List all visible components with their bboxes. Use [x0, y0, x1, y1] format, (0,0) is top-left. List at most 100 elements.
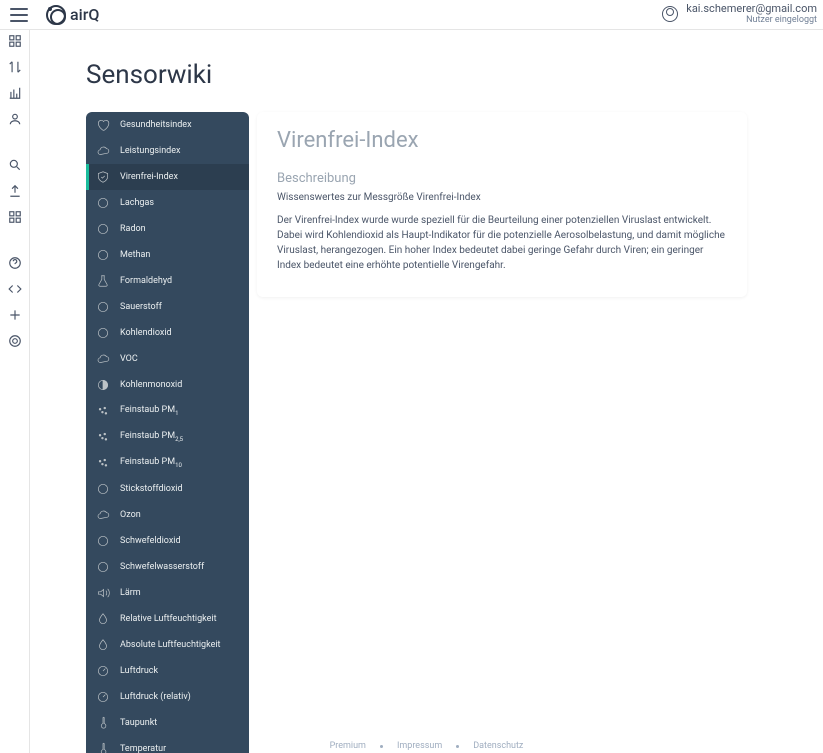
- sidebar-item-label: Kohlenmonoxid: [120, 380, 182, 390]
- chart-icon[interactable]: [8, 86, 22, 100]
- drop-icon: [96, 612, 110, 626]
- cloud-icon: [96, 144, 110, 158]
- help-icon[interactable]: [8, 256, 22, 270]
- sidebar-item-formaldehyd[interactable]: Formaldehyd: [86, 268, 249, 294]
- footer: Premium Impressum Datenschutz: [30, 739, 823, 753]
- sidebar-item-label: Kohlendioxid: [120, 328, 172, 338]
- sidebar-item-label: Sauerstoff: [120, 302, 162, 312]
- sidebar-item-label: Radon: [120, 224, 146, 234]
- dots-icon: [96, 430, 110, 444]
- menu-toggle-button[interactable]: [10, 8, 28, 22]
- footer-dot-icon: [380, 745, 383, 748]
- sidebar-item-ozon[interactable]: Ozon: [86, 502, 249, 528]
- content-row: Gesundheitsindex Leistungsindex Virenfrei-…: [86, 112, 785, 753]
- sidebar-item-methan[interactable]: Methan: [86, 242, 249, 268]
- target-icon[interactable]: [8, 334, 22, 348]
- sidebar-item-feinstaub-pm-[interactable]: Feinstaub PM2,5: [86, 424, 249, 450]
- user-status: Nutzer eingeloggt: [686, 15, 817, 25]
- sidebar-item-label: Stickstoffdioxid: [120, 484, 183, 494]
- sidebar-item-label: Leistungsindex: [120, 146, 181, 156]
- drop-icon: [96, 638, 110, 652]
- compare-icon[interactable]: [8, 60, 22, 74]
- article-card: Virenfrei-Index Beschreibung Wissenswert…: [257, 112, 747, 297]
- footer-premium: Premium: [330, 741, 366, 751]
- shield-icon: [96, 170, 110, 184]
- sidebar-item-label: Relative Luftfeuchtigkeit: [120, 614, 217, 624]
- contrast-icon: [96, 378, 110, 392]
- dots-icon: [96, 404, 110, 418]
- sidebar-item-schwefelwasserstoff[interactable]: Schwefelwasserstoff: [86, 554, 249, 580]
- footer-dot-icon: [456, 745, 459, 748]
- sidebar-item-l-rm[interactable]: Lärm: [86, 580, 249, 606]
- thermo-icon: [96, 716, 110, 730]
- user-email: kai.schemerer@gmail.com: [686, 2, 817, 15]
- gauge-icon: [96, 690, 110, 704]
- main-content: Sensorwiki GesundheitsindexLeistungsinde…: [30, 30, 823, 753]
- sidebar-item-kohlenmonoxid[interactable]: Kohlenmonoxid: [86, 372, 249, 398]
- sidebar-item-kohlendioxid[interactable]: Kohlendioxid: [86, 320, 249, 346]
- sidebar-item-gesundheitsindex[interactable]: Gesundheitsindex: [86, 112, 249, 138]
- logo-text: airQ: [70, 5, 99, 24]
- sidebar-item-label: Feinstaub PM2,5: [120, 431, 183, 443]
- circle-icon: [96, 482, 110, 496]
- circle-icon: [96, 196, 110, 210]
- sidebar-item-voc[interactable]: VOC: [86, 346, 249, 372]
- user-avatar-icon: [662, 6, 678, 22]
- dashboard-icon[interactable]: [8, 34, 22, 48]
- article-title: Virenfrei-Index: [277, 128, 727, 153]
- cloud-icon: [96, 352, 110, 366]
- circle-icon: [96, 326, 110, 340]
- sidebar-item-sauerstoff[interactable]: Sauerstoff: [86, 294, 249, 320]
- sidebar-item-relative-luftfeuchtigkeit[interactable]: Relative Luftfeuchtigkeit: [86, 606, 249, 632]
- logo[interactable]: airQ: [46, 5, 99, 25]
- sidebar-item-taupunkt[interactable]: Taupunkt: [86, 710, 249, 736]
- sidebar-item-leistungsindex[interactable]: Leistungsindex: [86, 138, 249, 164]
- sidebar-item-label: Absolute Luftfeuchtigkeit: [120, 640, 220, 650]
- logo-icon: [46, 5, 66, 25]
- sound-icon: [96, 586, 110, 600]
- sidebar-item-schwefeldioxid[interactable]: Schwefeldioxid: [86, 528, 249, 554]
- sidebar-item-luftdruck[interactable]: Luftdruck: [86, 658, 249, 684]
- add-icon[interactable]: [8, 308, 22, 322]
- person-icon[interactable]: [8, 112, 22, 126]
- sidebar-item-virenfrei-index[interactable]: Virenfrei-Index: [86, 164, 249, 190]
- circle-icon: [96, 560, 110, 574]
- circle-icon: [96, 300, 110, 314]
- article-subtitle: Wissenswertes zur Messgröße Virenfrei-In…: [277, 192, 727, 203]
- footer-impressum-link[interactable]: Impressum: [397, 741, 442, 751]
- sidebar-item-label: Lachgas: [120, 198, 154, 208]
- cloud-icon: [96, 508, 110, 522]
- footer-datenschutz-link[interactable]: Datenschutz: [473, 741, 523, 751]
- sidebar-item-label: Schwefelwasserstoff: [120, 562, 204, 572]
- sidebar-item-radon[interactable]: Radon: [86, 216, 249, 242]
- user-block[interactable]: kai.schemerer@gmail.com Nutzer eingelogg…: [662, 2, 817, 25]
- upload-icon[interactable]: [8, 184, 22, 198]
- sidebar-item-label: Lärm: [120, 588, 141, 598]
- sidebar-item-label: VOC: [120, 354, 138, 364]
- left-rail: [0, 30, 30, 753]
- sidebar-item-label: Virenfrei-Index: [120, 172, 178, 182]
- sidebar-item-feinstaub-pm-[interactable]: Feinstaub PM1: [86, 398, 249, 424]
- circle-icon: [96, 534, 110, 548]
- apps-icon[interactable]: [8, 210, 22, 224]
- sidebar-item-label: Feinstaub PM1: [120, 405, 178, 417]
- sensor-sidebar: Gesundheitsindex Leistungsindex Virenfrei-…: [86, 112, 249, 753]
- sidebar-item-label: Methan: [120, 250, 150, 260]
- sidebar-item-lachgas[interactable]: Lachgas: [86, 190, 249, 216]
- sidebar-item-feinstaub-pm-[interactable]: Feinstaub PM10: [86, 450, 249, 476]
- sidebar-item-label: Schwefeldioxid: [120, 536, 181, 546]
- dots-icon: [96, 456, 110, 470]
- sidebar-item-label: Feinstaub PM10: [120, 457, 182, 469]
- article-section-title: Beschreibung: [277, 171, 727, 186]
- sidebar-item-label: Luftdruck (relativ): [120, 692, 191, 702]
- search-icon[interactable]: [8, 158, 22, 172]
- sidebar-item-label: Luftdruck: [120, 666, 158, 676]
- topbar: airQ kai.schemerer@gmail.com Nutzer eing…: [0, 0, 823, 30]
- sidebar-item-absolute-luftfeuchtigkeit[interactable]: Absolute Luftfeuchtigkeit: [86, 632, 249, 658]
- sidebar-item-stickstoffdioxid[interactable]: Stickstoffdioxid: [86, 476, 249, 502]
- sidebar-item-luftdruck-relativ-[interactable]: Luftdruck (relativ): [86, 684, 249, 710]
- sidebar-item-label: Gesundheitsindex: [120, 120, 192, 130]
- sidebar-item-label: Ozon: [120, 510, 141, 520]
- user-text: kai.schemerer@gmail.com Nutzer eingelogg…: [686, 2, 817, 25]
- code-icon[interactable]: [8, 282, 22, 296]
